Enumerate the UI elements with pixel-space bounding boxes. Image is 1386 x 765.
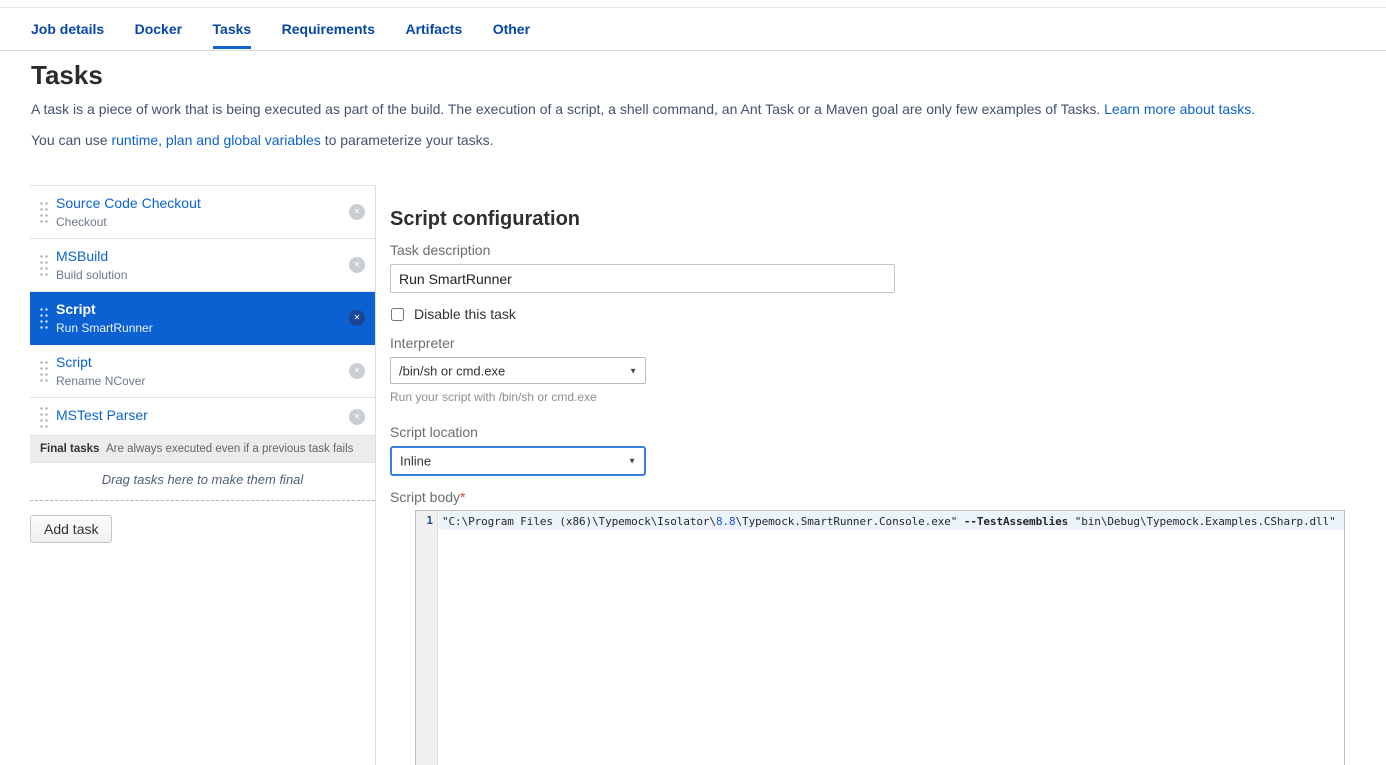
delete-task-icon[interactable]: ✕: [349, 204, 365, 220]
intro-text: A task is a piece of work that is being …: [31, 101, 1101, 117]
task-item-script-rename-ncover[interactable]: Script Rename NCover ✕: [30, 345, 375, 398]
delete-task-icon[interactable]: ✕: [349, 257, 365, 273]
script-location-label: Script location: [390, 424, 478, 440]
editor-code-area[interactable]: "C:\Program Files (x86)\Typemock\Isolato…: [439, 511, 1344, 765]
variables-link[interactable]: runtime, plan and global variables: [111, 132, 320, 148]
drag-handle-icon[interactable]: [39, 359, 48, 383]
script-body-editor[interactable]: 1 "C:\Program Files (x86)\Typemock\Isola…: [415, 510, 1345, 765]
variables-hint-text: You can use runtime, plan and global var…: [31, 132, 494, 148]
disable-task-label[interactable]: Disable this task: [414, 306, 516, 322]
task-description-input[interactable]: [390, 264, 895, 293]
drag-handle-icon[interactable]: [39, 405, 48, 428]
task-title[interactable]: MSTest Parser: [56, 406, 341, 424]
job-config-tabs: Job details Docker Tasks Requirements Ar…: [0, 21, 1386, 51]
interpreter-select[interactable]: /bin/sh or cmd.exe ▼: [390, 357, 646, 384]
script-location-select[interactable]: Inline ▼: [390, 446, 646, 476]
task-item-msbuild[interactable]: MSBuild Build solution ✕: [30, 239, 375, 292]
tab-requirements[interactable]: Requirements: [282, 21, 375, 46]
chevron-down-icon: ▼: [628, 456, 636, 466]
tasks-intro-text: A task is a piece of work that is being …: [31, 101, 1255, 117]
task-subtitle: Build solution: [56, 268, 128, 282]
task-subtitle: Rename NCover: [56, 374, 146, 388]
chevron-down-icon: ▼: [629, 366, 637, 375]
final-tasks-description: Are always executed even if a previous t…: [106, 443, 354, 455]
delete-task-icon[interactable]: ✕: [349, 363, 365, 379]
task-list-panel: Source Code Checkout Checkout ✕ MSBuild …: [30, 185, 375, 543]
code-line: "C:\Program Files (x86)\Typemock\Isolato…: [439, 511, 1344, 530]
script-location-selected-value: Inline: [400, 453, 432, 469]
task-title[interactable]: Script: [56, 300, 341, 318]
page-title: Tasks: [31, 60, 103, 90]
script-body-label: Script body*: [390, 489, 466, 505]
tab-docker[interactable]: Docker: [135, 21, 182, 46]
final-tasks-header: Final tasks Are always executed even if …: [30, 436, 375, 463]
required-marker: *: [460, 489, 466, 505]
variables-prefix: You can use: [31, 132, 108, 148]
task-item-source-code-checkout[interactable]: Source Code Checkout Checkout ✕: [30, 186, 375, 239]
learn-more-link[interactable]: Learn more about tasks.: [1104, 101, 1255, 117]
variables-suffix: to parameterize your tasks.: [324, 132, 494, 148]
task-item-script-run-smartrunner[interactable]: Script Run SmartRunner ✕: [30, 292, 375, 345]
interpreter-selected-value: /bin/sh or cmd.exe: [399, 363, 506, 378]
script-body-label-text: Script body: [390, 489, 461, 505]
drag-handle-icon[interactable]: [39, 253, 48, 277]
script-configuration-title: Script configuration: [390, 208, 580, 230]
interpreter-help-text: Run your script with /bin/sh or cmd.exe: [390, 390, 597, 404]
panel-divider: [375, 185, 376, 765]
tab-job-details[interactable]: Job details: [31, 21, 104, 46]
line-number: 1: [426, 514, 433, 527]
top-divider: [0, 7, 1386, 8]
add-task-button[interactable]: Add task: [30, 515, 113, 543]
task-subtitle: Run SmartRunner: [56, 321, 153, 335]
delete-task-icon[interactable]: ✕: [349, 310, 365, 326]
task-description-label: Task description: [390, 242, 491, 258]
tab-tasks[interactable]: Tasks: [212, 21, 252, 49]
interpreter-label: Interpreter: [390, 335, 455, 351]
delete-task-icon[interactable]: ✕: [349, 408, 365, 425]
disable-task-checkbox[interactable]: [391, 308, 404, 321]
editor-gutter: 1: [416, 511, 438, 765]
tab-artifacts[interactable]: Artifacts: [405, 21, 462, 46]
final-tasks-label: Final tasks: [40, 443, 100, 455]
task-subtitle: Checkout: [56, 215, 107, 229]
final-tasks-dropzone[interactable]: Drag tasks here to make them final: [30, 463, 375, 501]
bamboo-job-tasks-page: Job details Docker Tasks Requirements Ar…: [0, 0, 1386, 765]
task-title[interactable]: MSBuild: [56, 247, 341, 265]
task-title[interactable]: Script: [56, 353, 341, 371]
drag-handle-icon[interactable]: [39, 200, 48, 224]
drag-handle-icon[interactable]: [39, 306, 48, 330]
tab-other[interactable]: Other: [493, 21, 530, 46]
task-title[interactable]: Source Code Checkout: [56, 194, 341, 212]
task-item-mstest-parser[interactable]: MSTest Parser ✕: [30, 398, 375, 436]
